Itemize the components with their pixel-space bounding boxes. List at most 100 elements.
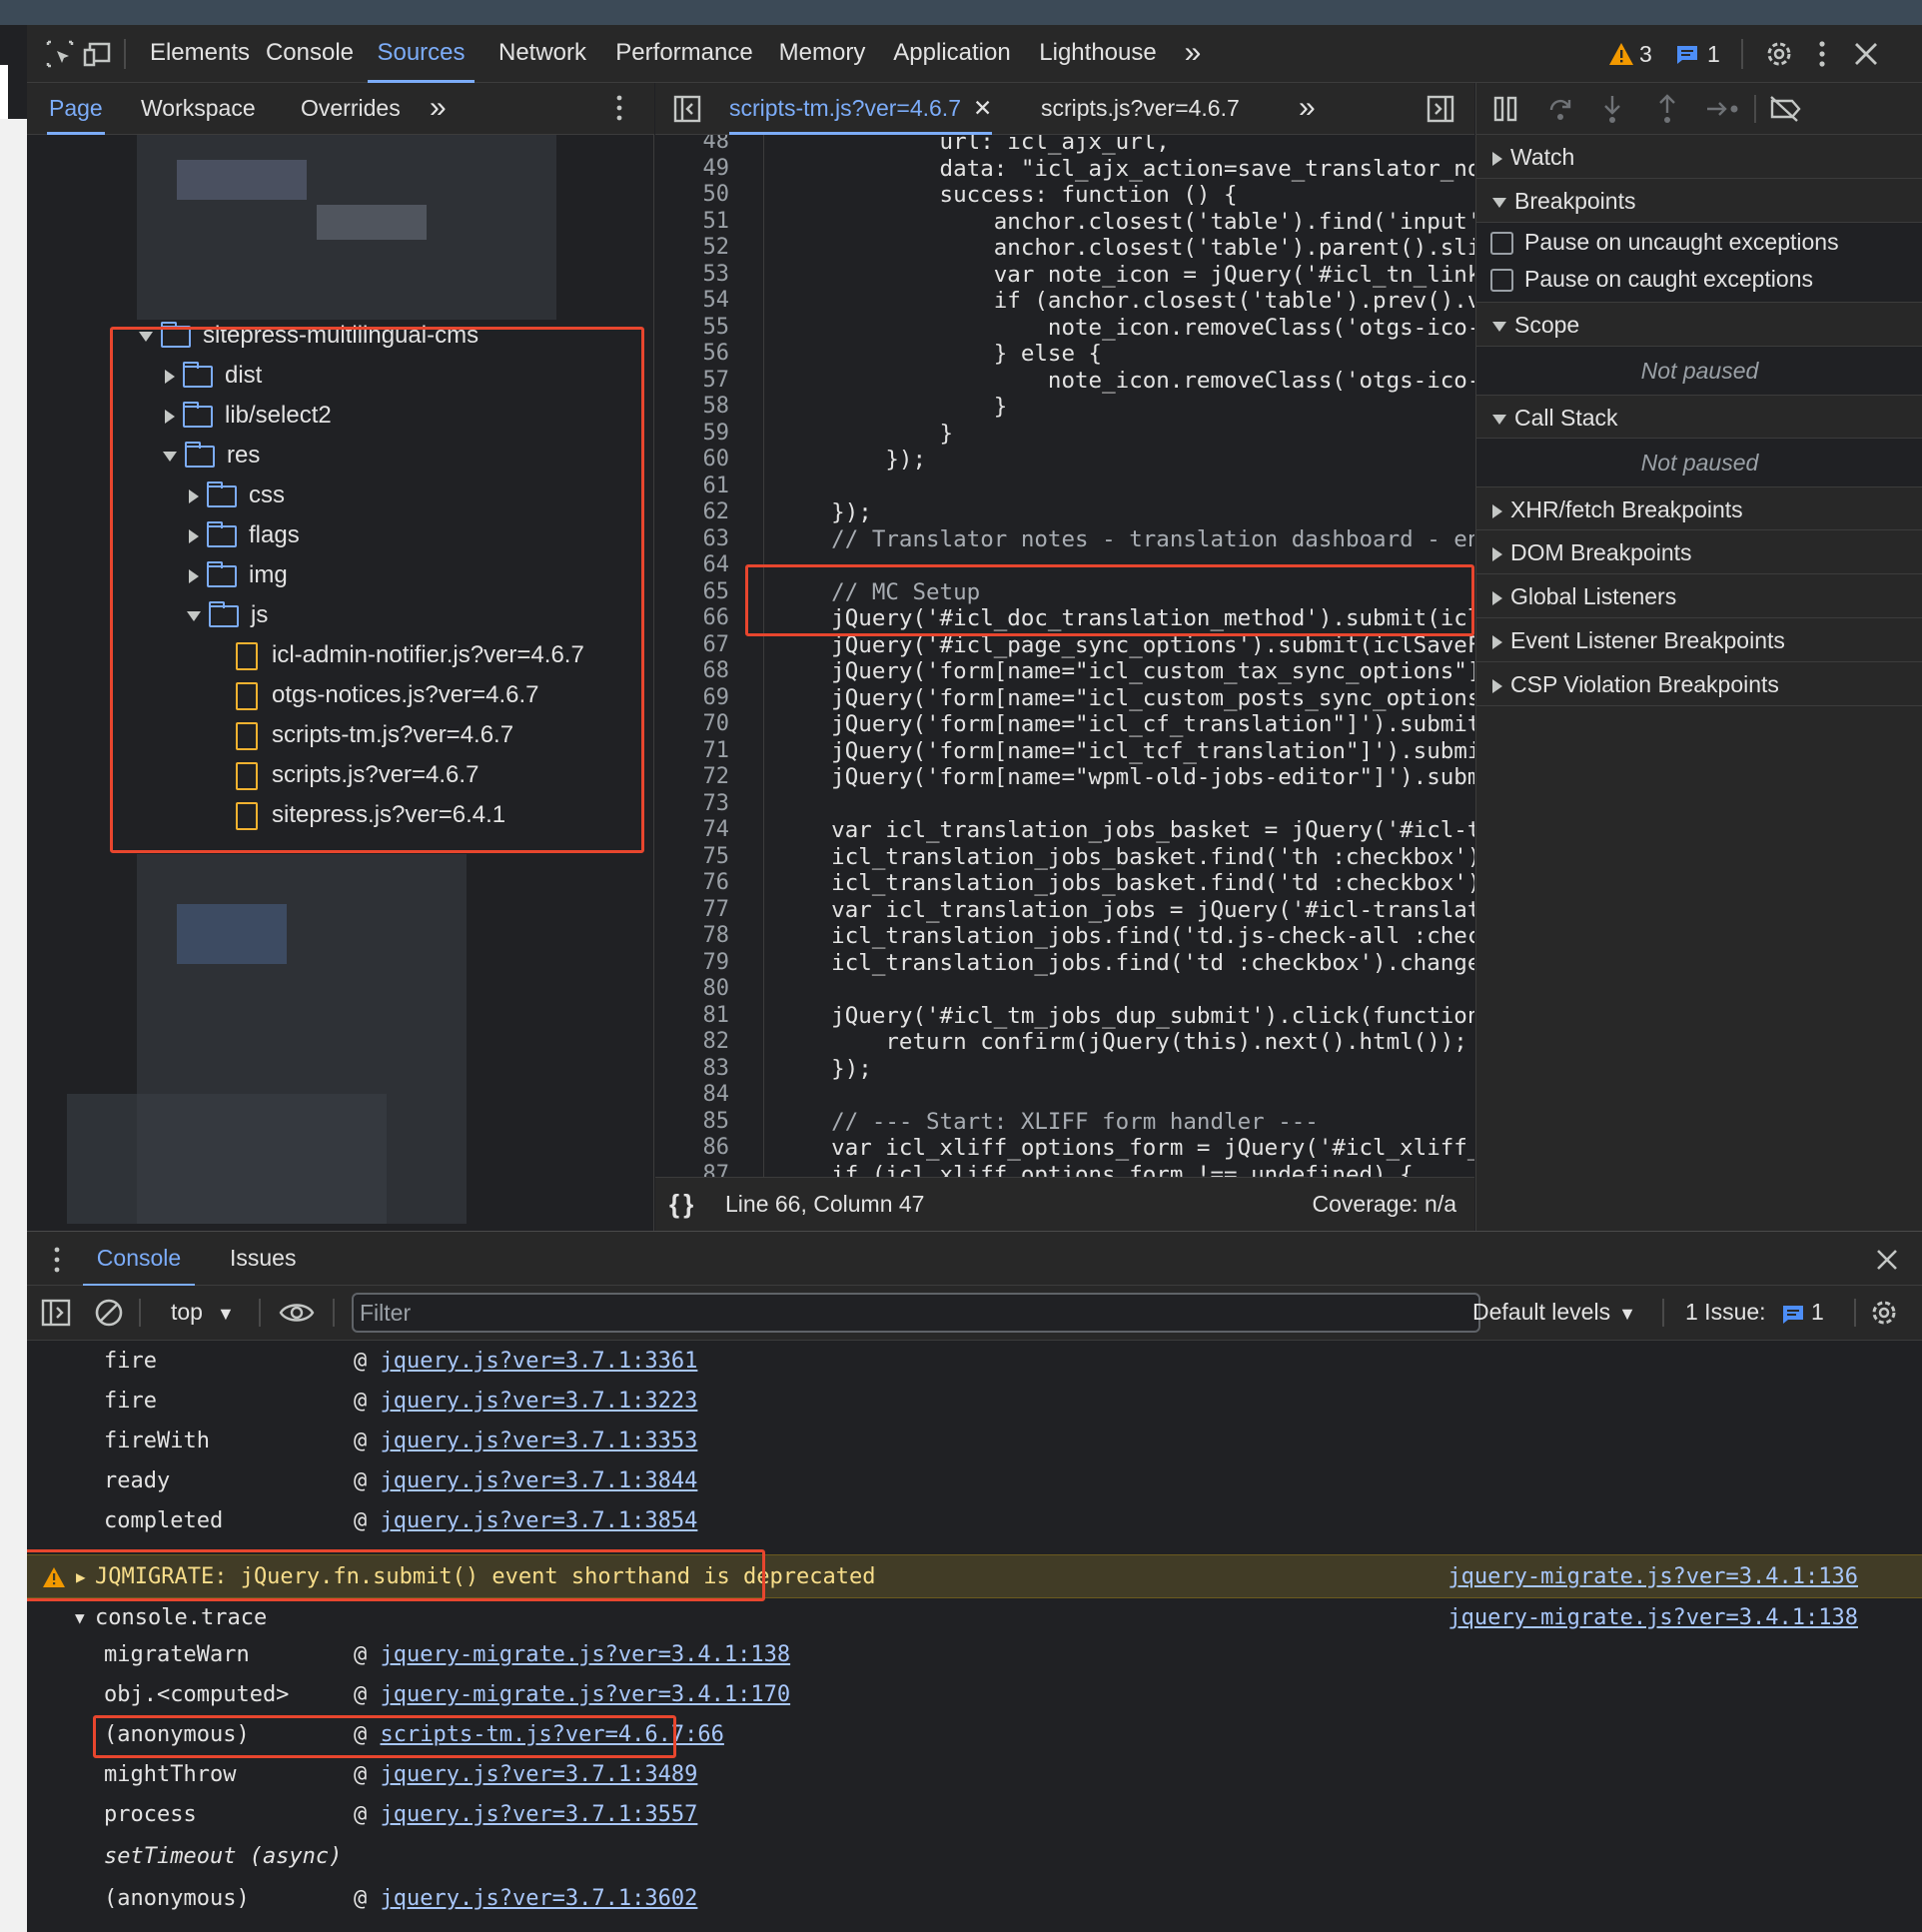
tab-network[interactable]: Network	[492, 25, 592, 83]
frame-link[interactable]: jquery.js?ver=3.7.1:3361	[381, 1349, 698, 1374]
frame-function: mightThrow	[104, 1762, 237, 1787]
section-scope[interactable]: Scope	[1476, 303, 1922, 347]
tab-page[interactable]: Page	[47, 83, 105, 135]
section-dom-breakpoints[interactable]: DOM Breakpoints	[1476, 530, 1922, 574]
context-selector[interactable]: top ▼	[171, 1286, 235, 1341]
debugger-sidebar: Watch Breakpoints Pause on uncaught exce…	[1475, 135, 1922, 1231]
messages-count[interactable]: 1	[1707, 25, 1720, 83]
step-out-icon[interactable]	[1655, 93, 1679, 125]
at-sign: @	[354, 1762, 368, 1787]
highlight-box	[27, 1549, 765, 1601]
navigator-tabs: Page Workspace Overrides »	[27, 83, 654, 135]
close-tab-icon[interactable]: ✕	[973, 95, 992, 121]
issues-label: 1 Issue:	[1685, 1299, 1766, 1325]
live-expression-eye-icon[interactable]	[279, 1300, 315, 1326]
levels-label: Default levels	[1472, 1299, 1611, 1325]
more-editor-tabs-button[interactable]: »	[1299, 83, 1316, 135]
trace-source-link[interactable]: jquery-migrate.js?ver=3.4.1:138	[1447, 1598, 1858, 1638]
drawer-tab-console[interactable]: Console	[83, 1232, 195, 1287]
console-trace-header[interactable]: ▼ console.trace jquery-migrate.js?ver=3.…	[27, 1598, 1922, 1638]
warnings-count[interactable]: 3	[1639, 25, 1652, 83]
pretty-print-icon[interactable]: {}	[669, 1178, 697, 1232]
line-number-gutter[interactable]: 48 49 50 51 52 53 54 55 56 57 58 59 60 61 62 63 64 65 66 67…	[655, 135, 765, 1177]
log-levels-dropdown[interactable]: Default levels ▼	[1472, 1286, 1636, 1341]
frame-link[interactable]: jquery.js?ver=3.7.1:3844	[381, 1468, 698, 1493]
tab-scripts-tm[interactable]: scripts-tm.js?ver=4.6.7 ✕	[729, 83, 993, 135]
frame-link[interactable]: jquery.js?ver=3.7.1:3557	[381, 1802, 698, 1827]
frame-link[interactable]: jquery.js?ver=3.7.1:3353	[381, 1429, 698, 1453]
clear-console-icon[interactable]	[94, 1298, 124, 1328]
show-sidebar-icon[interactable]	[41, 1299, 71, 1327]
frame-link[interactable]: jquery.js?ver=3.7.1:3854	[381, 1508, 698, 1533]
close-drawer-icon[interactable]	[1875, 1248, 1899, 1272]
pause-icon[interactable]	[1492, 95, 1518, 123]
drawer-tab-issues[interactable]: Issues	[230, 1232, 296, 1287]
toggle-debugger-icon[interactable]	[1427, 95, 1454, 123]
pause-caught-checkbox[interactable]	[1490, 269, 1513, 292]
code-editor[interactable]: 48 49 50 51 52 53 54 55 56 57 58 59 60 61 62 63 64 65 66 67…	[655, 135, 1474, 1177]
drawer-menu-icon[interactable]	[52, 1245, 62, 1275]
section-label: Breakpoints	[1514, 188, 1636, 214]
frame-function: ready	[104, 1468, 171, 1493]
code-line: }	[777, 420, 954, 447]
tab-scripts[interactable]: scripts.js?ver=4.6.7	[1041, 83, 1240, 135]
file-navigator: sitepress-multilingual-cms dist lib/sele…	[27, 135, 654, 1231]
section-xhr-breakpoints[interactable]: XHR/fetch Breakpoints	[1476, 486, 1922, 530]
more-options-icon[interactable]	[1816, 38, 1828, 70]
pause-uncaught-checkbox[interactable]	[1490, 232, 1513, 255]
more-navigator-tabs-button[interactable]: »	[430, 83, 447, 135]
stack-frame: (anonymous) @ jquery.js?ver=3.7.1:3602	[27, 1879, 1922, 1919]
collapse-triangle-icon[interactable]: ▼	[75, 1598, 85, 1638]
highlight-box	[745, 564, 1474, 636]
navigator-menu-icon[interactable]	[613, 93, 625, 123]
at-sign: @	[354, 1508, 368, 1533]
close-devtools-icon[interactable]	[1853, 41, 1879, 67]
tab-elements[interactable]: Elements	[148, 25, 252, 83]
issues-counter[interactable]: 1 Issue:	[1685, 1286, 1766, 1341]
section-call-stack[interactable]: Call Stack	[1476, 395, 1922, 439]
deactivate-breakpoints-icon[interactable]	[1768, 95, 1802, 123]
tab-sources[interactable]: Sources	[368, 25, 475, 83]
tab-console[interactable]: Console	[263, 25, 357, 83]
console-filter-input[interactable]: Filter	[352, 1293, 1480, 1333]
more-tabs-button[interactable]: »	[1176, 25, 1210, 83]
toggle-navigator-icon[interactable]	[673, 95, 701, 123]
frame-link[interactable]: jquery.js?ver=3.7.1:3602	[381, 1886, 698, 1911]
step-over-icon[interactable]	[1546, 95, 1574, 123]
issues-count[interactable]: 1	[1811, 1286, 1824, 1341]
inspect-element-icon[interactable]	[45, 39, 75, 69]
section-event-listener-breakpoints[interactable]: Event Listener Breakpoints	[1476, 618, 1922, 662]
section-watch[interactable]: Watch	[1476, 135, 1922, 179]
settings-gear-icon[interactable]	[1763, 38, 1795, 70]
step-icon[interactable]	[1705, 97, 1741, 121]
tab-application[interactable]: Application	[884, 25, 1020, 83]
at-sign: @	[354, 1389, 368, 1414]
step-into-icon[interactable]	[1600, 93, 1624, 125]
tab-memory[interactable]: Memory	[772, 25, 872, 83]
code-line: });	[777, 447, 927, 473]
tab-performance[interactable]: Performance	[609, 25, 759, 83]
code-line: icl_translation_jobs.find('td :checkbox'…	[777, 949, 1474, 976]
frame-link[interactable]: jquery-migrate.js?ver=3.4.1:138	[381, 1642, 791, 1667]
frame-function: fireWith	[104, 1429, 210, 1453]
section-breakpoints[interactable]: Breakpoints	[1476, 179, 1922, 223]
code-line: if (icl_xliff_options_form !== undefined…	[777, 1161, 1414, 1178]
section-global-listeners[interactable]: Global Listeners	[1476, 574, 1922, 618]
tab-lighthouse[interactable]: Lighthouse	[1031, 25, 1165, 83]
section-label: Watch	[1510, 144, 1575, 170]
frame-function: fire	[104, 1389, 157, 1414]
at-sign: @	[354, 1468, 368, 1493]
stack-frame: completed @ jquery.js?ver=3.7.1:3854	[27, 1501, 1922, 1541]
code-line: var icl_xliff_options_form = jQuery('#ic…	[777, 1135, 1474, 1161]
frame-link[interactable]: jquery.js?ver=3.7.1:3489	[381, 1762, 698, 1787]
frame-link[interactable]: jquery.js?ver=3.7.1:3223	[381, 1389, 698, 1414]
console-settings-gear-icon[interactable]	[1868, 1297, 1900, 1329]
warning-source-link[interactable]: jquery-migrate.js?ver=3.4.1:136	[1447, 1555, 1858, 1599]
section-csp-breakpoints[interactable]: CSP Violation Breakpoints	[1476, 662, 1922, 706]
trace-label: console.trace	[95, 1605, 268, 1630]
frame-link[interactable]: jquery-migrate.js?ver=3.4.1:170	[381, 1682, 791, 1707]
tab-workspace[interactable]: Workspace	[141, 83, 256, 135]
at-sign: @	[354, 1802, 368, 1827]
device-toolbar-icon[interactable]	[82, 39, 112, 69]
tab-overrides[interactable]: Overrides	[301, 83, 401, 135]
